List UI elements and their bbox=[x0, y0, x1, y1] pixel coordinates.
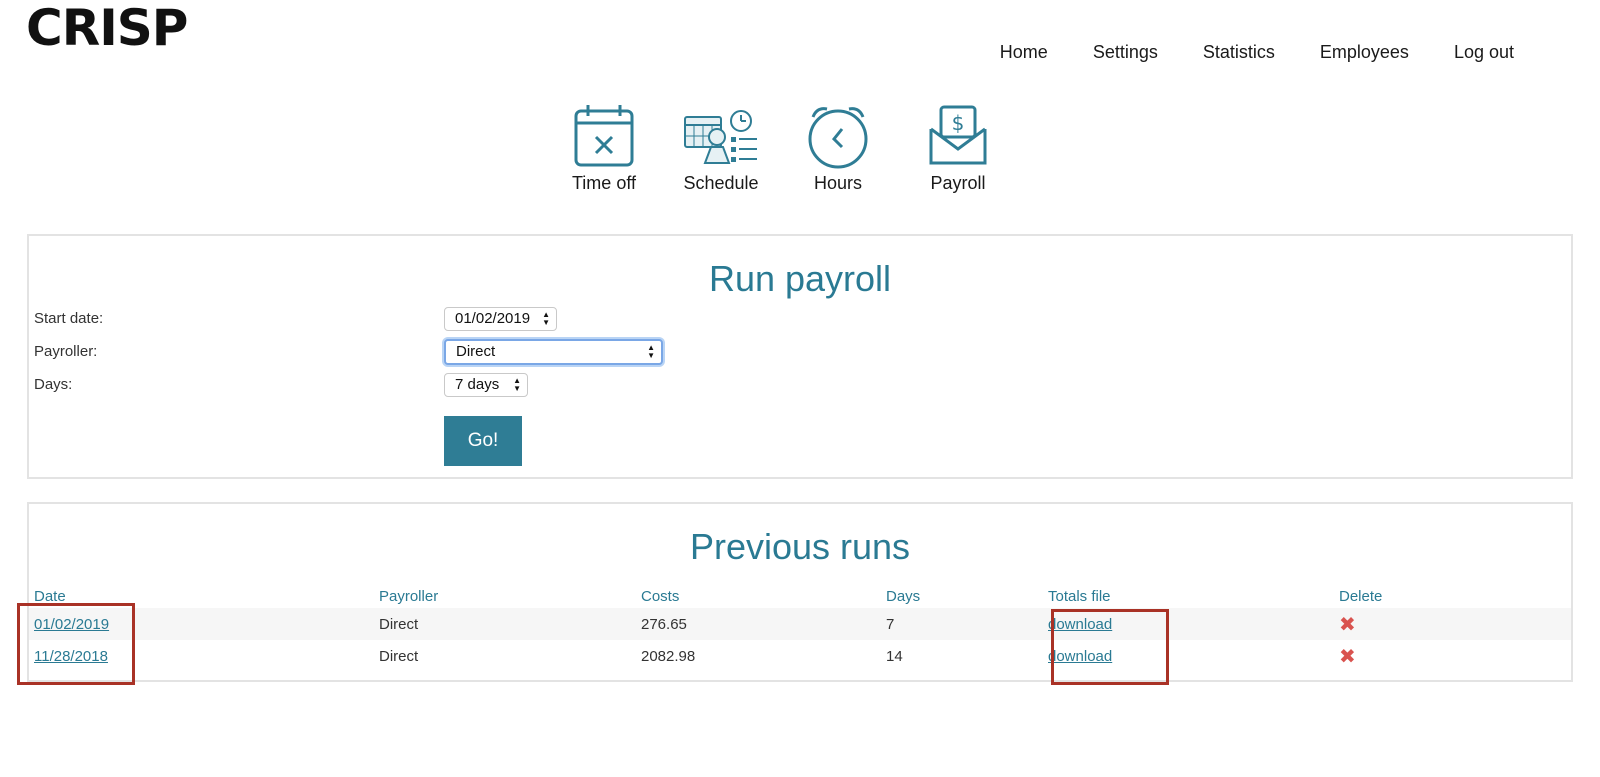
delete-icon[interactable]: ✖ bbox=[1339, 614, 1356, 636]
crisp-logo: CRISP bbox=[26, 0, 188, 57]
run-payroller: Direct bbox=[379, 647, 419, 665]
payroll-label: Payroll bbox=[930, 173, 986, 193]
run-days: 14 bbox=[886, 647, 903, 665]
col-days: Days bbox=[886, 587, 921, 605]
nav-settings[interactable]: Settings bbox=[1093, 42, 1158, 63]
time-off-icon bbox=[574, 105, 634, 167]
schedule-icon bbox=[684, 110, 757, 164]
previous-runs-title: Previous runs bbox=[689, 526, 911, 567]
col-delete: Delete bbox=[1339, 587, 1383, 605]
module-time-off[interactable]: Time off bbox=[549, 103, 659, 194]
download-link[interactable]: download bbox=[1048, 648, 1112, 665]
dropdown-arrows-icon: ▲ ▼ bbox=[647, 343, 655, 360]
payroller-value: Direct bbox=[456, 343, 496, 360]
time-off-label: Time off bbox=[571, 173, 637, 193]
module-hours[interactable]: Hours bbox=[783, 103, 893, 194]
nav-employees[interactable]: Employees bbox=[1320, 42, 1409, 63]
svg-text:$: $ bbox=[952, 111, 965, 135]
days-value: 7 days bbox=[455, 376, 500, 393]
start-date-value: 01/02/2019 bbox=[455, 310, 531, 327]
days-label: Days: bbox=[34, 376, 73, 393]
table-row: 01/02/2019 Direct 276.65 7 download ✖ bbox=[29, 608, 1571, 640]
schedule-label: Schedule bbox=[683, 173, 759, 193]
col-payroller: Payroller bbox=[379, 587, 439, 605]
delete-icon[interactable]: ✖ bbox=[1339, 646, 1356, 668]
run-payroll-panel: Run payroll Start date: 01/02/2019 ▲ ▼ Pa… bbox=[27, 234, 1573, 479]
col-totals-file: Totals file bbox=[1048, 587, 1111, 605]
hours-label: Hours bbox=[813, 173, 862, 193]
days-select[interactable]: 7 days ▲ ▼ bbox=[444, 373, 528, 397]
table-header-row: Date Payroller Costs Days Totals file De… bbox=[29, 584, 1571, 608]
main-nav: Home Settings Statistics Employees Log o… bbox=[1000, 42, 1514, 63]
table-row: 11/28/2018 Direct 2082.98 14 download ✖ bbox=[29, 640, 1571, 672]
run-days: 7 bbox=[881, 608, 1043, 640]
run-costs: 276.65 bbox=[636, 608, 881, 640]
module-schedule[interactable]: Schedule bbox=[666, 103, 776, 194]
payroll-envelope-icon: $ bbox=[929, 105, 987, 165]
nav-logout[interactable]: Log out bbox=[1454, 42, 1514, 63]
run-date-link[interactable]: 11/28/2018 bbox=[34, 648, 108, 665]
download-link[interactable]: download bbox=[1048, 616, 1112, 633]
clock-icon bbox=[808, 107, 868, 169]
col-date: Date bbox=[34, 587, 66, 605]
nav-home[interactable]: Home bbox=[1000, 42, 1048, 63]
module-payroll[interactable]: $ Payroll bbox=[903, 103, 1013, 194]
col-costs: Costs bbox=[641, 587, 680, 605]
nav-statistics[interactable]: Statistics bbox=[1203, 42, 1275, 63]
start-date-select[interactable]: 01/02/2019 ▲ ▼ bbox=[444, 307, 557, 331]
start-date-label: Start date: bbox=[34, 310, 104, 327]
run-costs: 2082.98 bbox=[641, 647, 696, 665]
run-payroll-title: Run payroll bbox=[708, 258, 892, 299]
previous-runs-panel: Previous runs Date Payroller Costs Days … bbox=[27, 502, 1573, 682]
run-payroller: Direct bbox=[374, 608, 636, 640]
dropdown-arrows-icon: ▲ ▼ bbox=[513, 376, 521, 393]
module-icon-bar: Time off Schedule Hours $ Payroll bbox=[0, 103, 1600, 198]
go-button[interactable]: Go! bbox=[444, 416, 522, 466]
stepper-arrows-icon: ▲ ▼ bbox=[542, 310, 550, 327]
run-date-link[interactable]: 01/02/2019 bbox=[34, 616, 109, 633]
payroller-select[interactable]: Direct ▲ ▼ bbox=[444, 339, 663, 365]
previous-runs-table: Date Payroller Costs Days Totals file De… bbox=[29, 584, 1571, 672]
payroller-label: Payroller: bbox=[34, 343, 98, 360]
